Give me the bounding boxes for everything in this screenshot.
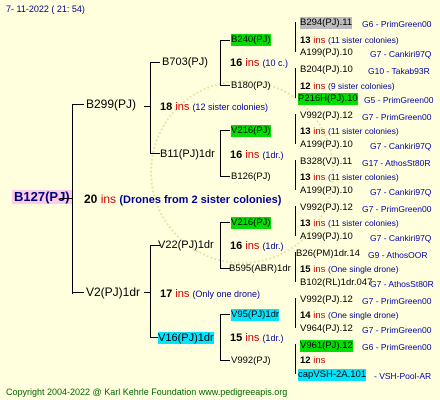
g3-v216a-id[interactable]: V216(PJ) xyxy=(231,125,271,137)
g4-0-id[interactable]: B294(PJ).11 xyxy=(300,17,353,29)
tree-line xyxy=(220,130,221,177)
g4-13-src: G7 - PrimGreen00 xyxy=(362,325,432,335)
g3-b240-info: 13 ins (11 sister colonies) xyxy=(300,35,399,46)
g2-b703-id[interactable]: B703(PJ) xyxy=(162,56,208,68)
g4-9-src: G7 - Cankiri97Q xyxy=(370,233,432,243)
tree-line xyxy=(150,62,160,63)
g4-9-id[interactable]: A199(PJ).10 xyxy=(300,231,353,243)
g4-14-id[interactable]: V961(PJ).12 xyxy=(300,340,353,352)
g4-0-src: G6 - PrimGreen00 xyxy=(362,19,432,29)
tree-line xyxy=(150,62,151,154)
dam-id[interactable]: V2(PJ)1dr xyxy=(86,286,140,298)
g2-v22-id[interactable]: V22(PJ)1dr xyxy=(158,239,214,251)
tree-line xyxy=(144,292,150,293)
g3-b126-info: 13 ins (11 sister colonies) xyxy=(300,172,399,183)
g2-v22-info: 16 ins (1dr.) xyxy=(230,240,284,252)
g4-12-id[interactable]: V992(PJ).12 xyxy=(300,294,353,306)
g3-b595-id[interactable]: B595(ABR)1dr xyxy=(229,263,291,275)
g3-v216a-info: 13 ins (11 sister colonies) xyxy=(300,126,399,137)
g4-10-id[interactable]: B26(PM)1dr.14 xyxy=(296,248,360,260)
tree-line xyxy=(220,176,230,177)
tree-line xyxy=(295,344,296,374)
g2-v16-id[interactable]: V16(PJ)1dr xyxy=(158,332,214,344)
g2-b11-info: 16 ins (1dr.) xyxy=(230,149,284,161)
g3-v992-id[interactable]: V992(PJ) xyxy=(231,355,271,367)
tree-line xyxy=(220,314,230,315)
g4-11-src: G7 - AthosSt80R xyxy=(370,279,434,289)
tree-line xyxy=(220,40,221,86)
tree-line xyxy=(220,85,230,86)
g4-14-src: G6 - PrimGreen00 xyxy=(362,342,432,352)
tree-line xyxy=(60,198,72,199)
tree-line xyxy=(295,160,296,190)
sire-info: 18 ins (12 sister colonies) xyxy=(160,101,268,113)
tree-line xyxy=(295,114,296,144)
g4-7-src: G7 - Cankiri97Q xyxy=(370,187,432,197)
g4-12-src: G7 - PrimGreen00 xyxy=(362,296,432,306)
g3-b240-id[interactable]: B240(PJ) xyxy=(231,34,271,46)
g3-v216b-id[interactable]: V216(PJ) xyxy=(231,217,271,229)
tree-line xyxy=(150,245,151,337)
g4-1-src: G7 - Cankiri97Q xyxy=(370,49,432,59)
g4-10-src: G9 - AthosOOR xyxy=(368,250,428,260)
g3-v95-id[interactable]: V95(PJ)1dr xyxy=(231,309,280,321)
g4-15-src: - VSH-Pool-AR xyxy=(374,371,432,381)
g4-13-id[interactable]: V964(PJ).12 xyxy=(300,323,353,335)
g4-8-src: G7 - PrimGreen00 xyxy=(362,204,432,214)
g3-b126-id[interactable]: B126(PJ) xyxy=(231,171,271,183)
g4-6-src: G17 - AthosSt80R xyxy=(362,158,431,168)
root-queen-id[interactable]: B127(PJ) xyxy=(12,190,72,204)
g3-b180-info: 12 ins (9 sister colonies) xyxy=(300,81,395,92)
g4-2-src: G10 - Takab93R xyxy=(368,66,430,76)
g4-4-src: G7 - PrimGreen00 xyxy=(362,112,432,122)
g2-b11-id[interactable]: B11(PJ)1dr xyxy=(160,148,215,160)
tree-line xyxy=(295,206,296,236)
g2-v16-info: 15 ins (1dr.) xyxy=(230,332,284,344)
sire-id[interactable]: B299(PJ) xyxy=(86,98,136,110)
tree-line xyxy=(72,104,73,294)
tree-line xyxy=(144,106,150,107)
g4-1-id[interactable]: A199(PJ).10 xyxy=(300,47,353,59)
g3-v992-info: 12 ins xyxy=(300,355,326,366)
tree-line xyxy=(220,222,230,223)
dam-info: 17 ins (Only one drone) xyxy=(160,288,260,300)
g4-15-id[interactable]: capVSH-2A.101 xyxy=(298,369,367,381)
tree-line xyxy=(295,298,296,328)
g2-b703-info: 16 ins (10 c.) xyxy=(230,57,288,69)
timestamp: 7- 11-2022 ( 21: 54) xyxy=(6,4,85,14)
root-info: 20 ins (Drones from 2 sister colonies) xyxy=(84,192,282,206)
tree-line xyxy=(295,68,296,98)
g3-b180-id[interactable]: B180(PJ) xyxy=(231,80,271,92)
g4-5-src: G7 - Cankiri97Q xyxy=(370,141,432,151)
g3-b595-info: 15 ins (One single drone) xyxy=(300,264,399,275)
g4-5-id[interactable]: A199(PJ).10 xyxy=(300,139,353,151)
g4-3-id[interactable]: P216H(PJ).10 xyxy=(298,93,358,105)
g4-6-id[interactable]: B328(VJ).11 xyxy=(300,156,352,168)
g4-8-id[interactable]: V992(PJ).12 xyxy=(300,202,353,214)
tree-line xyxy=(220,360,230,361)
g3-v95-info: 14 ins (One single drone) xyxy=(300,310,399,321)
tree-line xyxy=(220,222,221,268)
copyright-footer: Copyright 2004-2022 @ Karl Kehrle Founda… xyxy=(6,387,288,397)
tree-line xyxy=(295,22,296,52)
tree-line xyxy=(220,40,230,41)
g4-4-id[interactable]: V992(PJ).12 xyxy=(300,110,353,122)
g4-7-id[interactable]: A199(PJ).10 xyxy=(300,185,353,197)
g3-v216b-info: 13 ins (11 sister colonies) xyxy=(300,218,399,229)
tree-line xyxy=(72,292,84,293)
tree-line xyxy=(150,153,160,154)
tree-line xyxy=(220,314,221,361)
g4-11-id[interactable]: B102(RL)1dr.047 xyxy=(300,277,372,289)
tree-line xyxy=(72,104,84,105)
g4-2-id[interactable]: B204(PJ).10 xyxy=(300,64,353,76)
g4-3-src: G5 - PrimGreen00 xyxy=(364,95,434,105)
tree-line xyxy=(220,130,230,131)
